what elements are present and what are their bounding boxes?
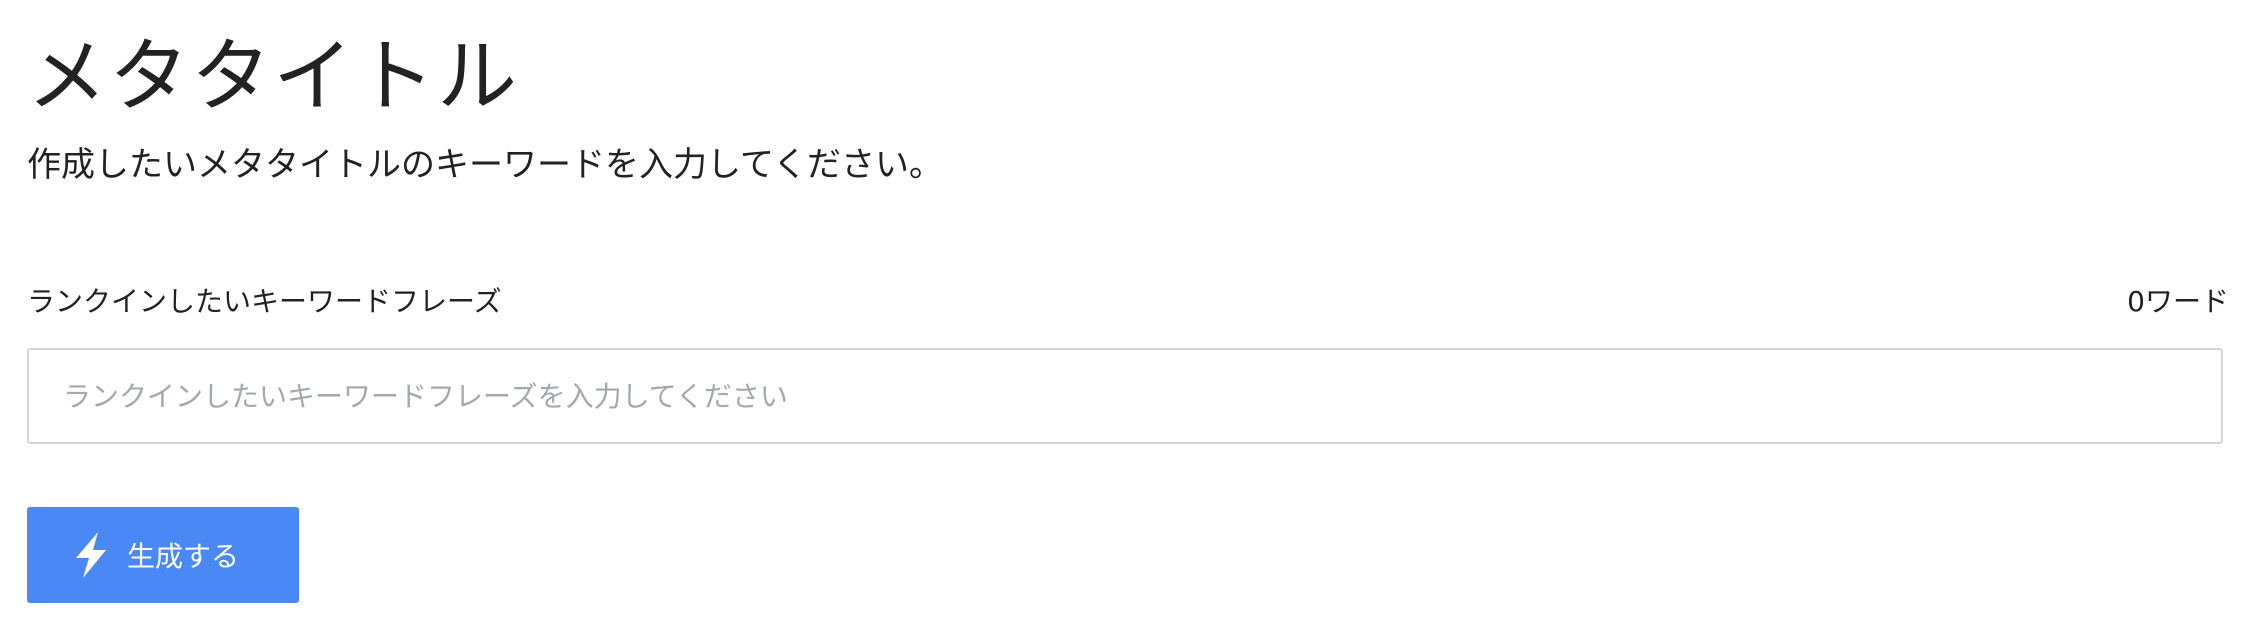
- keyword-input[interactable]: [27, 348, 2223, 444]
- keyword-field-header: ランクインしたいキーワードフレーズ 0ワード: [27, 275, 2229, 325]
- keyword-field-label: ランクインしたいキーワードフレーズ: [27, 285, 502, 318]
- word-count: 0ワード: [2127, 285, 2229, 318]
- generate-button-label: 生成する: [127, 540, 240, 573]
- lightning-bolt-icon: [71, 531, 111, 579]
- page-title: メタタイトル: [27, 30, 519, 123]
- generate-button[interactable]: 生成する: [27, 507, 299, 603]
- page-description: 作成したいメタタイトルのキーワードを入力してください。: [27, 145, 943, 185]
